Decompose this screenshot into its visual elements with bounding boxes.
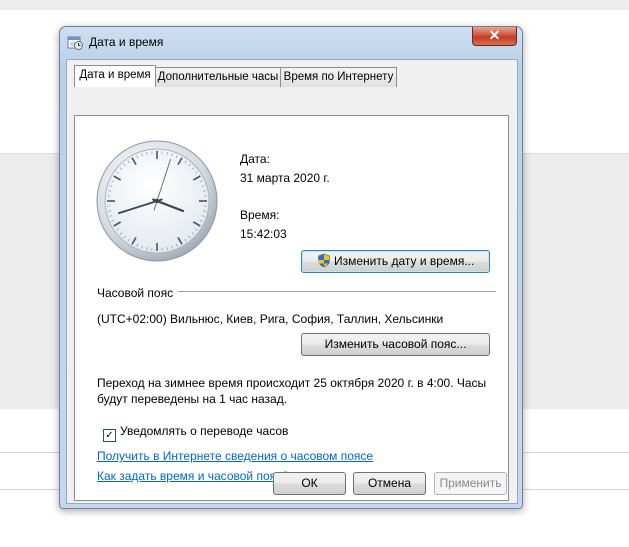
how-to-link[interactable]: Как задать время и часовой пояс? — [97, 469, 289, 483]
cancel-label: Отмена — [367, 476, 412, 490]
time-label: Время: — [240, 208, 280, 222]
ok-button[interactable]: ОК — [273, 472, 346, 495]
timezone-info-link[interactable]: Получить в Интернете сведения о часовом … — [97, 449, 373, 463]
clock-calendar-icon — [67, 34, 83, 50]
change-date-time-button[interactable]: Изменить дату и время... — [301, 250, 490, 273]
notify-label[interactable]: Уведомлять о переводе часов — [120, 424, 288, 438]
apply-button[interactable]: Применить — [434, 472, 507, 495]
close-icon: ✕ — [488, 27, 501, 43]
ok-label: ОК — [301, 476, 318, 490]
tab-label: Время по Интернету — [283, 71, 394, 83]
notify-checkbox[interactable]: ✓ — [103, 429, 116, 442]
tab-label: Дата и время — [79, 69, 151, 81]
change-date-time-label: Изменить дату и время... — [333, 254, 475, 268]
analog-clock — [96, 140, 218, 262]
date-label: Дата: — [240, 152, 270, 166]
timezone-value: (UTC+02:00) Вильнюс, Киев, Рига, София, … — [97, 312, 444, 326]
tab-label: Дополнительные часы — [157, 71, 279, 83]
date-time-dialog: Дата и время ✕ Дата и время Дополнительн… — [59, 26, 523, 509]
window-title: Дата и время — [89, 35, 164, 49]
tab-additional-clocks[interactable]: Дополнительные часы — [155, 67, 281, 87]
checkmark-icon: ✓ — [105, 430, 114, 441]
timezone-heading: Часовой пояс — [97, 286, 174, 300]
date-value: 31 марта 2020 г. — [240, 171, 330, 185]
tab-date-time[interactable]: Дата и время — [74, 65, 156, 87]
apply-label: Применить — [439, 476, 502, 490]
change-timezone-label: Изменить часовой пояс... — [324, 337, 467, 351]
cancel-button[interactable]: Отмена — [353, 472, 426, 495]
time-value: 15:42:03 — [240, 227, 287, 241]
change-timezone-button[interactable]: Изменить часовой пояс... — [301, 333, 490, 356]
separator-line — [178, 291, 496, 292]
tab-panel: Дата: 31 марта 2020 г. Время: 15:42:03 И… — [74, 115, 509, 501]
title-bar[interactable]: Дата и время ✕ — [60, 27, 522, 55]
tab-internet-time[interactable]: Время по Интернету — [280, 67, 397, 87]
close-button[interactable]: ✕ — [472, 27, 517, 46]
background-top-band — [0, 0, 629, 10]
dst-info-line2: будут переведены на 1 час назад. — [97, 392, 288, 406]
dialog-body: Дата и время Дополнительные часы Время п… — [66, 59, 518, 504]
uac-shield-icon — [317, 253, 330, 268]
dst-info-line1: Переход на зимнее время происходит 25 ок… — [97, 376, 487, 390]
